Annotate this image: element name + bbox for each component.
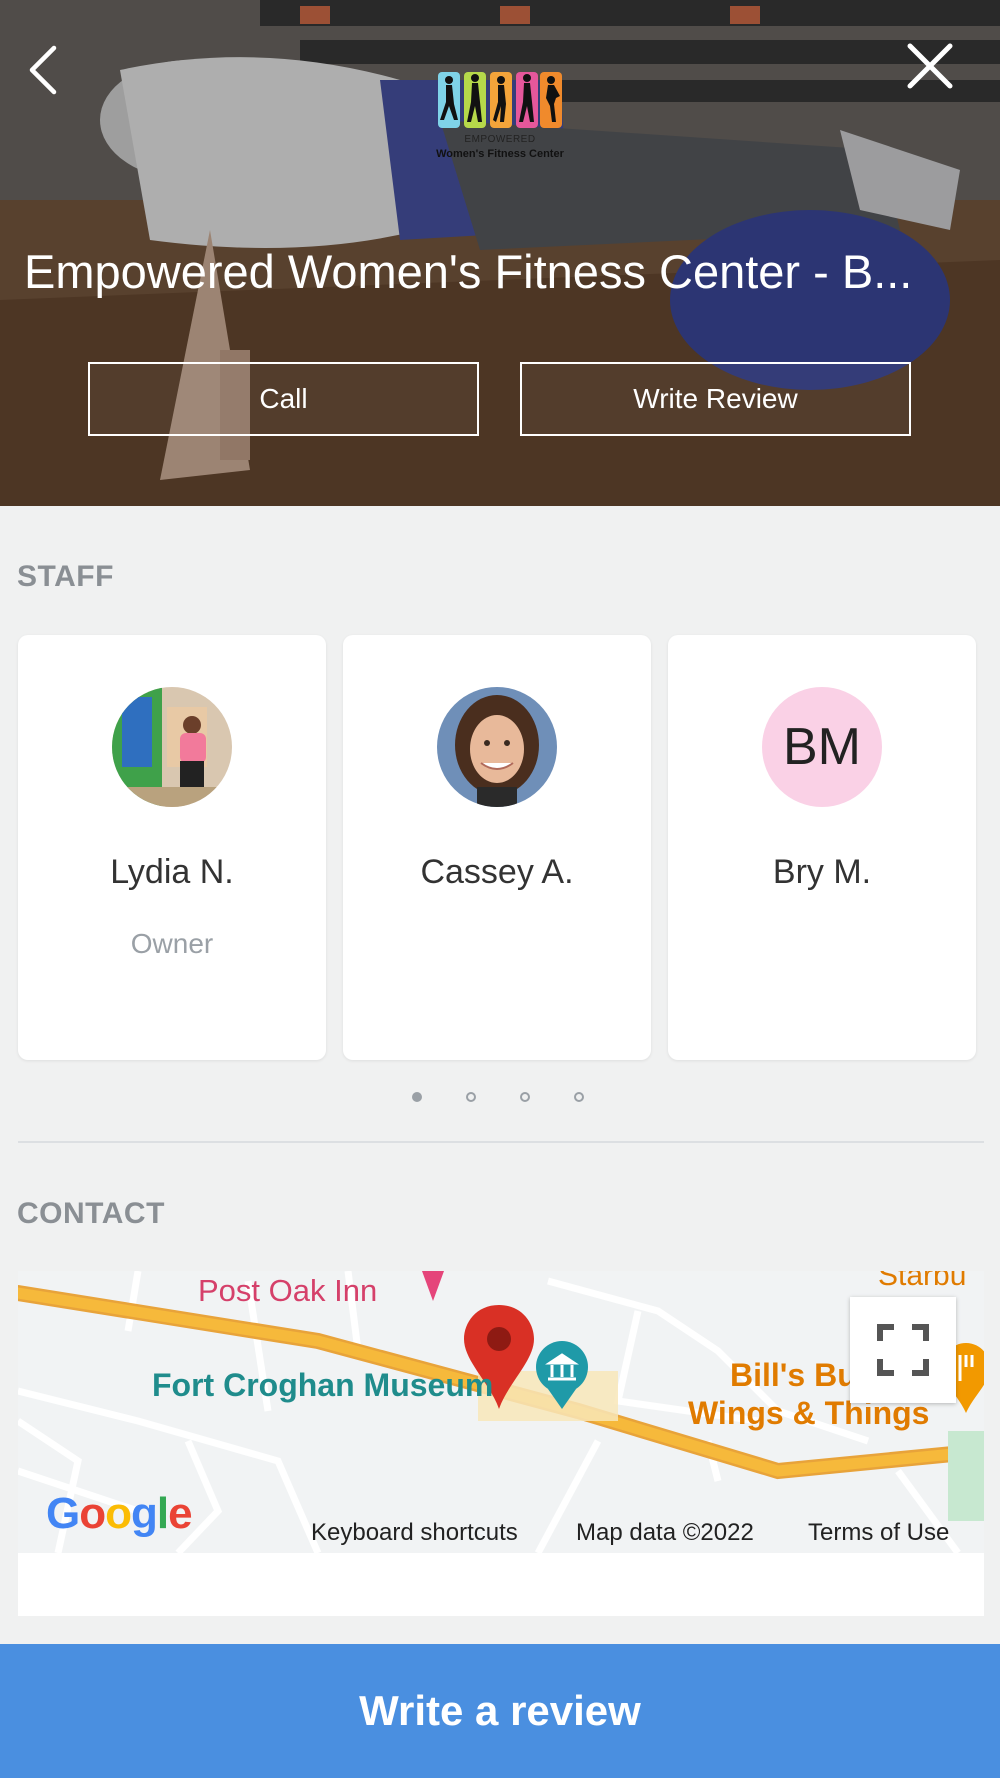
avatar [112, 687, 232, 807]
logo-text-bottom: Women's Fitness Center [436, 148, 564, 160]
pagination-dot[interactable] [520, 1092, 530, 1102]
fullscreen-icon [877, 1324, 929, 1376]
map-label-starbucks: Starbu [878, 1271, 967, 1292]
map-label-post-oak-inn: Post Oak Inn [198, 1273, 378, 1308]
staff-card[interactable]: BM Bry M. [668, 635, 976, 1060]
write-a-review-button[interactable]: Write a review [0, 1644, 1000, 1778]
call-button[interactable]: Call [88, 362, 479, 436]
avatar-photo [112, 687, 232, 807]
logo-figures [438, 68, 562, 128]
map-label-fort-croghan-museum: Fort Croghan Museum [152, 1367, 494, 1403]
chevron-left-icon [29, 45, 57, 95]
pagination-dot[interactable] [574, 1092, 584, 1102]
logo-text-top: EMPOWERED [464, 134, 536, 145]
staff-section-label: STAFF [17, 560, 114, 593]
staff-name: Lydia N. [110, 853, 234, 891]
avatar-initials: BM [762, 687, 882, 807]
close-icon [907, 43, 953, 89]
business-name: Empowered Women's Fitness Center - B... [24, 245, 913, 298]
staff-card[interactable]: Lydia N. Owner [18, 635, 326, 1060]
pagination-dot[interactable] [466, 1092, 476, 1102]
location-map[interactable]: Starbu Post Oak Inn Fort Croghan Museum … [18, 1271, 984, 1553]
map-data-attribution: Map data ©2022 [576, 1519, 754, 1546]
logo-silhouettes [440, 74, 560, 122]
section-divider [18, 1141, 984, 1143]
write-review-button[interactable]: Write Review [520, 362, 911, 436]
terms-of-use-link[interactable]: Terms of Use [808, 1519, 949, 1547]
staff-card[interactable]: Cassey A. [343, 635, 651, 1060]
avatar [437, 687, 557, 807]
hero-header: EMPOWERED Women's Fitness Center Empower… [0, 0, 1000, 506]
staff-name: Bry M. [772, 853, 872, 891]
contact-section-label: CONTACT [17, 1197, 165, 1230]
google-logo: Google [46, 1489, 193, 1538]
avatar-photo [437, 687, 557, 807]
contact-card: Starbu Post Oak Inn Fort Croghan Museum … [18, 1271, 984, 1616]
carousel-pagination [410, 1092, 590, 1106]
close-button[interactable] [900, 36, 960, 96]
map-fullscreen-button[interactable] [850, 1297, 956, 1403]
pagination-dot-active[interactable] [412, 1092, 422, 1102]
staff-name: Cassey A. [420, 853, 574, 891]
back-button[interactable] [22, 40, 82, 100]
keyboard-shortcuts-link[interactable]: Keyboard shortcuts [311, 1519, 518, 1547]
map-label-bills-line1: Bill's Bu [730, 1357, 857, 1393]
staff-role: Owner [130, 928, 214, 959]
business-logo: EMPOWERED Women's Fitness Center [420, 68, 580, 164]
